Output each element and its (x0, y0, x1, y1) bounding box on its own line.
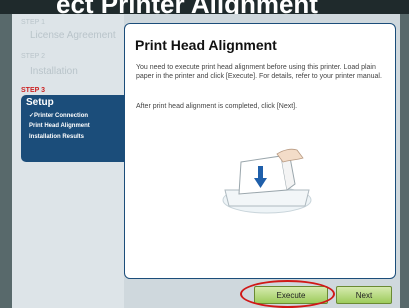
load-paper-illustration (222, 148, 312, 214)
next-instruction-paragraph: After print head alignment is completed,… (136, 103, 298, 110)
steps-sidebar: STEP 1 License Agreement STEP 2 Installa… (12, 14, 132, 308)
content-panel: Print Head Alignment You need to execute… (124, 23, 396, 279)
window-left-edge (0, 14, 12, 308)
execute-highlight-ellipse (240, 280, 335, 308)
step3-title: Setup (26, 97, 54, 108)
window-right-edge (400, 14, 409, 308)
instructions-paragraph: You need to execute print head alignment… (136, 64, 382, 80)
step2-label: STEP 2 (21, 53, 45, 60)
step1-title: License Agreement (30, 30, 116, 41)
sidebar-item-print-head-alignment: Print Head Alignment (29, 123, 90, 129)
next-button[interactable]: Next (336, 286, 392, 304)
sidebar-item-printer-connection: Printer Connection (29, 112, 88, 119)
sidebar-item-installation-results: Installation Results (29, 134, 85, 140)
setup-step-panel: Setup Printer Connection Print Head Alig… (21, 95, 132, 162)
step3-label: STEP 3 (21, 87, 45, 94)
step2-title: Installation (30, 66, 78, 77)
step1-label: STEP 1 (21, 19, 45, 26)
page-title: Print Head Alignment (135, 37, 277, 53)
